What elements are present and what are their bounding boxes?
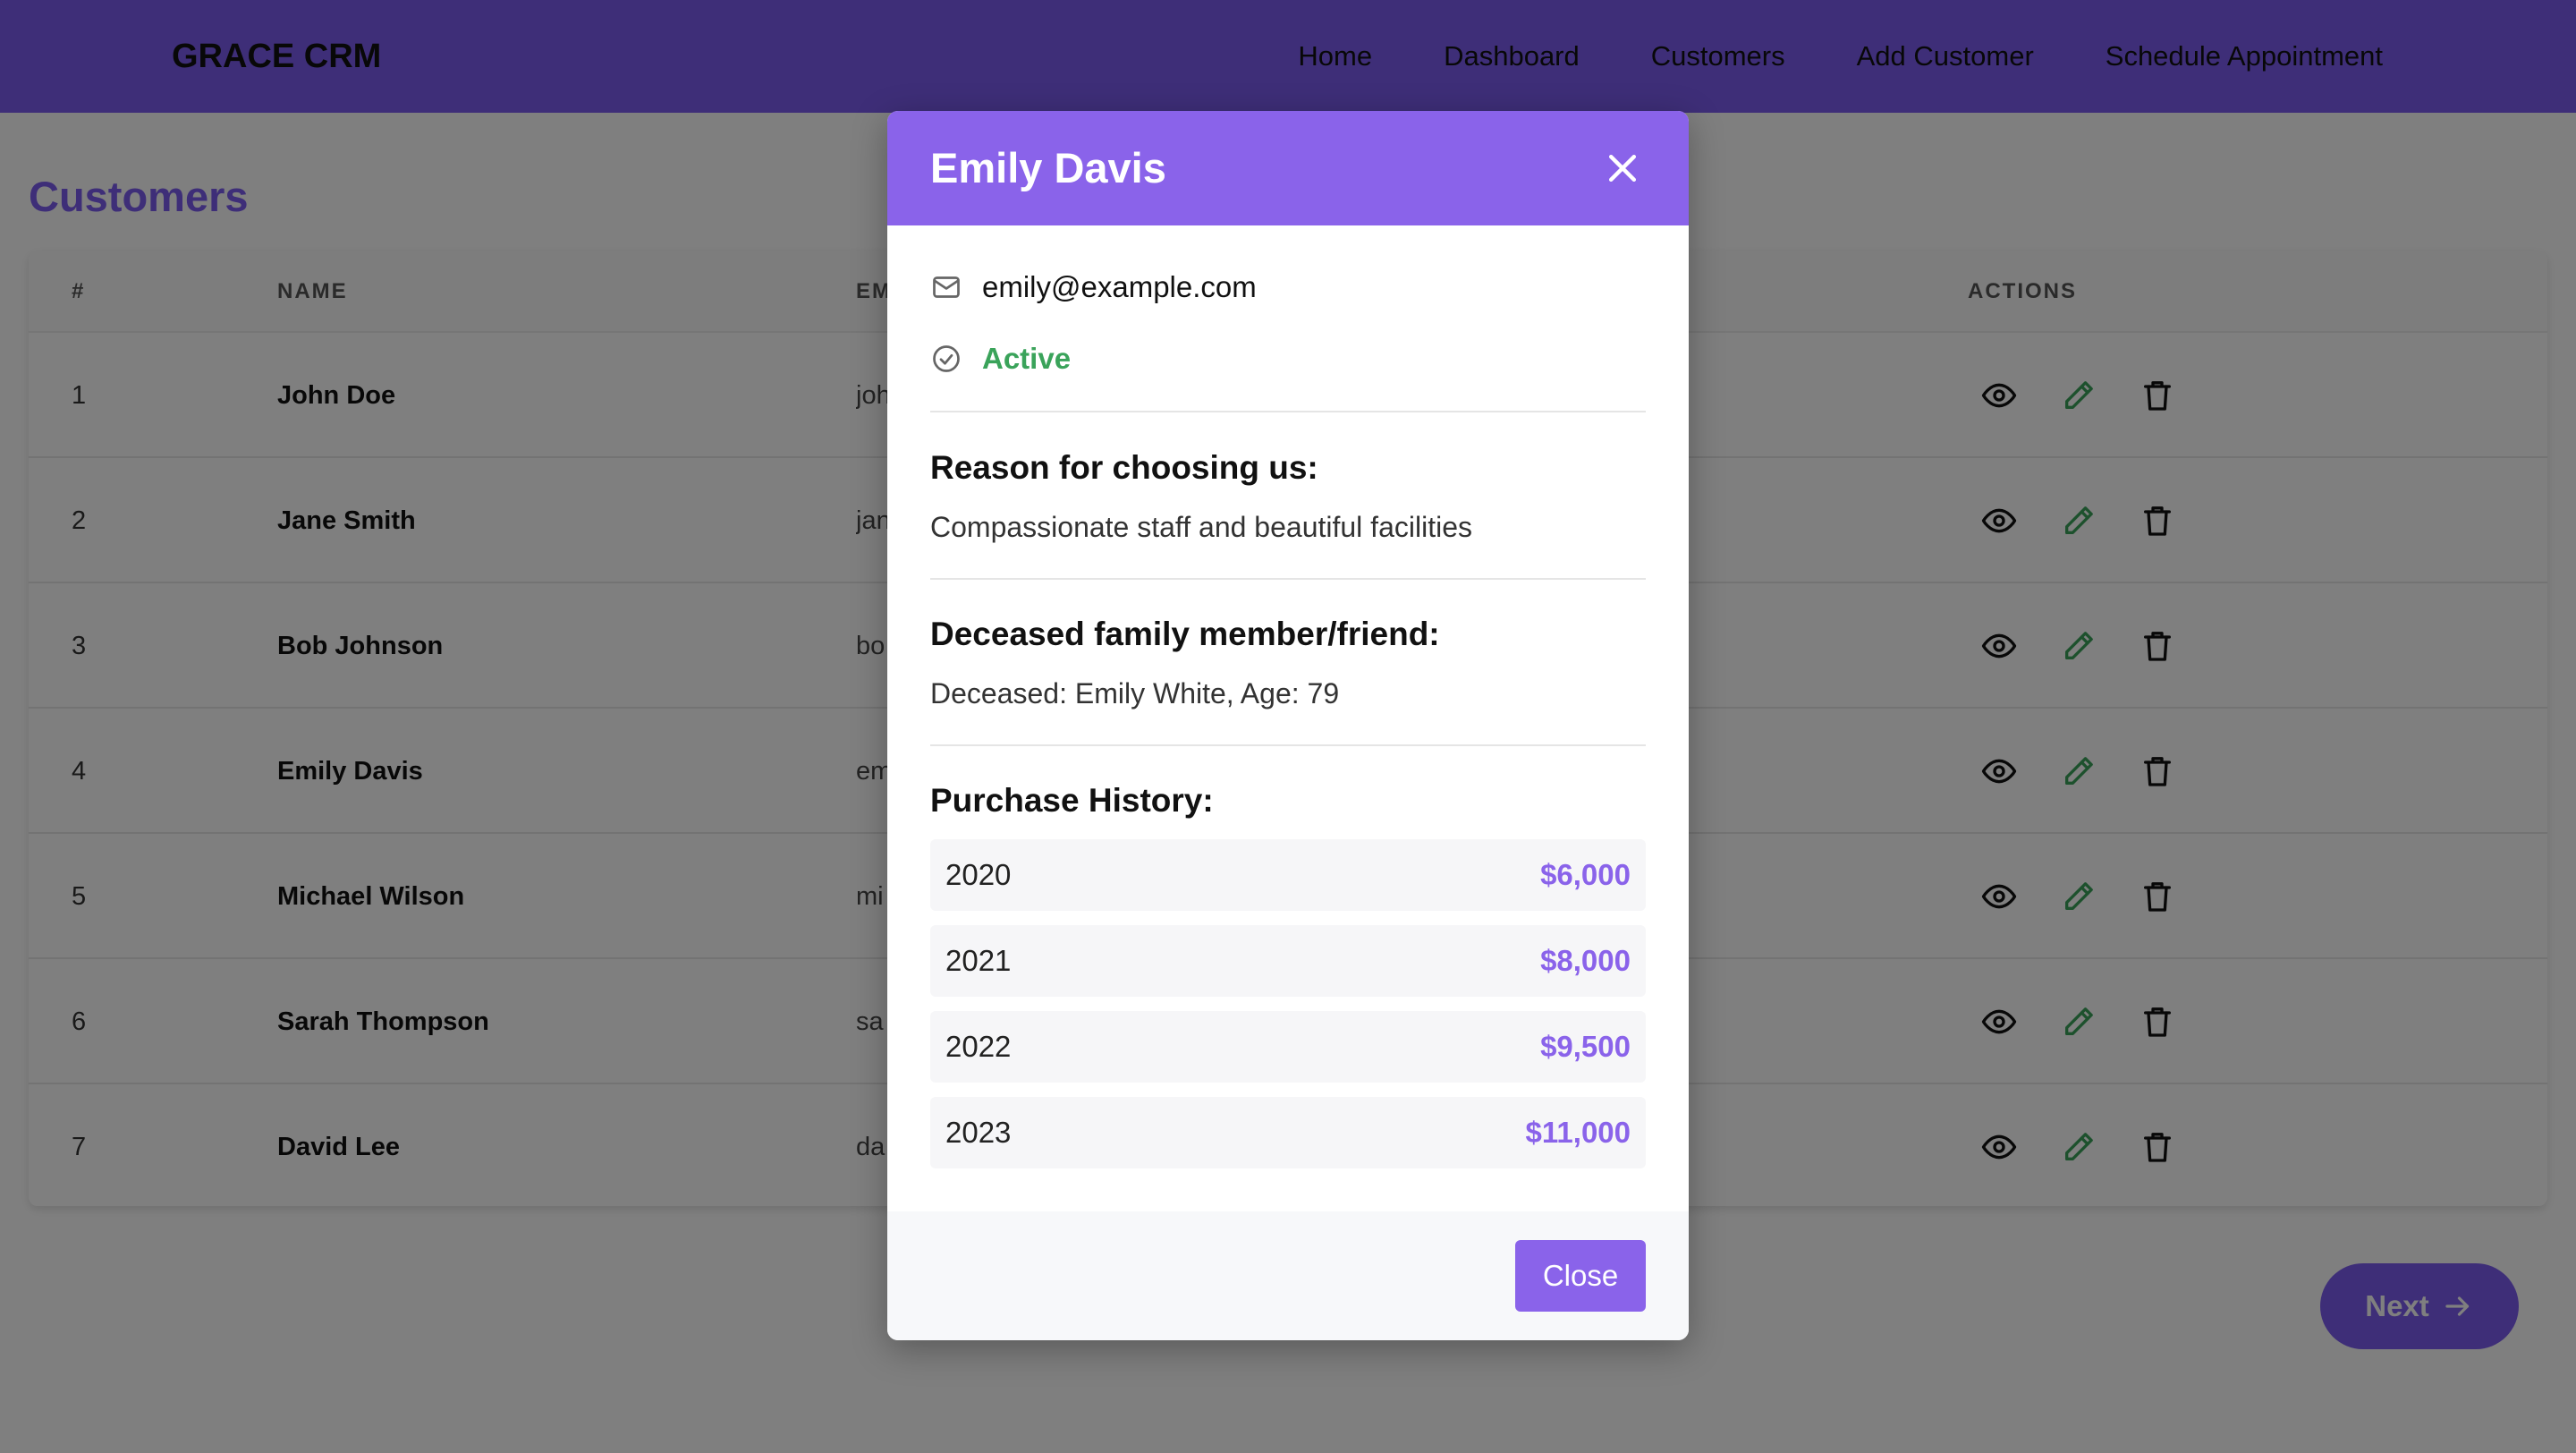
purchase-amount: $8,000 [1540, 944, 1631, 977]
purchase-row: 2020 $6,000 [930, 839, 1646, 911]
reason-text: Compassionate staff and beautiful facili… [930, 511, 1472, 543]
purchase-year: 2022 [945, 1030, 1012, 1063]
purchase-year: 2023 [945, 1116, 1012, 1149]
deceased-title: Deceased family member/friend: [930, 616, 1440, 652]
divider [930, 411, 1646, 412]
purchase-amount: $6,000 [1540, 858, 1631, 891]
deceased-text: Deceased: Emily White, Age: 79 [930, 677, 1340, 710]
modal-title: Emily Davis [930, 144, 1166, 191]
check-circle-icon [933, 345, 960, 372]
customer-detail-modal: Emily Davis emily@example.com Active Rea… [887, 111, 1689, 1340]
purchase-row: 2023 $11,000 [930, 1097, 1646, 1168]
purchase-row: 2021 $8,000 [930, 925, 1646, 997]
modal-header: Emily Davis [887, 111, 1689, 225]
purchase-amount: $9,500 [1540, 1030, 1631, 1063]
close-button[interactable]: Close [1515, 1240, 1646, 1312]
modal-footer: Close [887, 1211, 1689, 1340]
status-row: Active [930, 342, 1071, 376]
purchase-year: 2020 [945, 858, 1012, 891]
close-icon[interactable] [1603, 149, 1642, 188]
email-row: emily@example.com [930, 270, 1257, 304]
purchase-row: 2022 $9,500 [930, 1011, 1646, 1083]
status-badge: Active [982, 342, 1072, 375]
customer-email: emily@example.com [982, 270, 1257, 303]
purchase-history-title: Purchase History: [930, 782, 1214, 819]
divider [930, 578, 1646, 580]
purchase-amount: $11,000 [1525, 1116, 1631, 1149]
reason-title: Reason for choosing us: [930, 449, 1318, 486]
divider [930, 744, 1646, 746]
mail-icon [933, 276, 960, 298]
purchase-year: 2021 [945, 944, 1012, 977]
